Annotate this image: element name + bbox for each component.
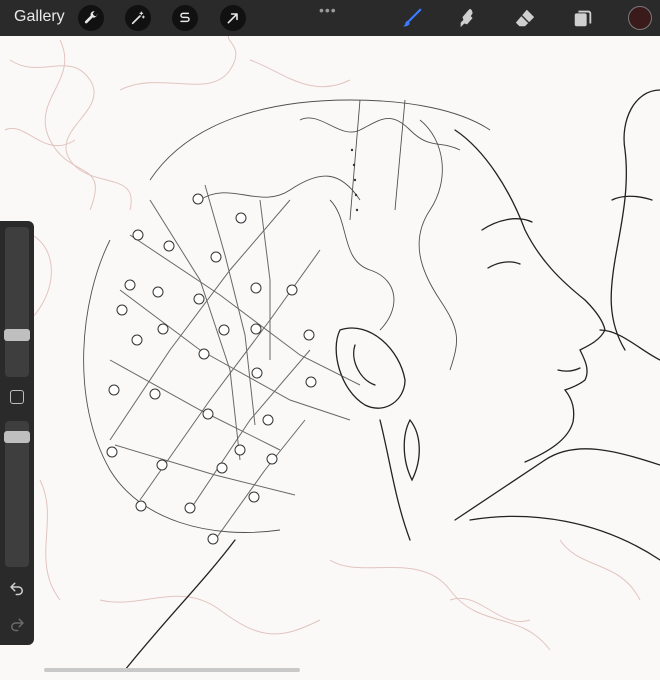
smudge-icon bbox=[460, 8, 473, 28]
left-sidebar bbox=[0, 221, 34, 645]
opacity-thumb[interactable] bbox=[4, 431, 30, 443]
more-dots-icon[interactable]: ••• bbox=[319, 2, 337, 18]
color-swatch-button[interactable] bbox=[628, 6, 652, 30]
adjustments-button[interactable] bbox=[125, 5, 151, 31]
brush-icon bbox=[402, 8, 422, 27]
brush-size-slider[interactable] bbox=[5, 227, 29, 377]
smudge-button[interactable] bbox=[455, 5, 481, 31]
magic-wand-icon bbox=[131, 11, 145, 25]
layers-button[interactable] bbox=[570, 5, 596, 31]
selection-s-icon bbox=[180, 12, 190, 23]
eraser-icon bbox=[515, 9, 535, 27]
brush-button[interactable] bbox=[399, 5, 425, 31]
actions-button[interactable] bbox=[78, 5, 104, 31]
modify-button[interactable] bbox=[10, 390, 24, 404]
home-indicator bbox=[44, 668, 300, 672]
gallery-button[interactable]: Gallery bbox=[14, 8, 65, 26]
transform-button[interactable] bbox=[220, 5, 246, 31]
drawing-canvas[interactable] bbox=[0, 36, 660, 680]
wrench-icon bbox=[84, 11, 98, 24]
undo-icon[interactable] bbox=[8, 578, 26, 596]
brush-size-thumb[interactable] bbox=[4, 329, 30, 341]
layers-icon bbox=[574, 10, 592, 27]
selection-button[interactable] bbox=[172, 5, 198, 31]
top-toolbar: Gallery ••• bbox=[0, 0, 660, 36]
arrow-cursor-icon bbox=[227, 13, 238, 24]
redo-icon[interactable] bbox=[8, 614, 26, 632]
eraser-button[interactable] bbox=[512, 5, 538, 31]
